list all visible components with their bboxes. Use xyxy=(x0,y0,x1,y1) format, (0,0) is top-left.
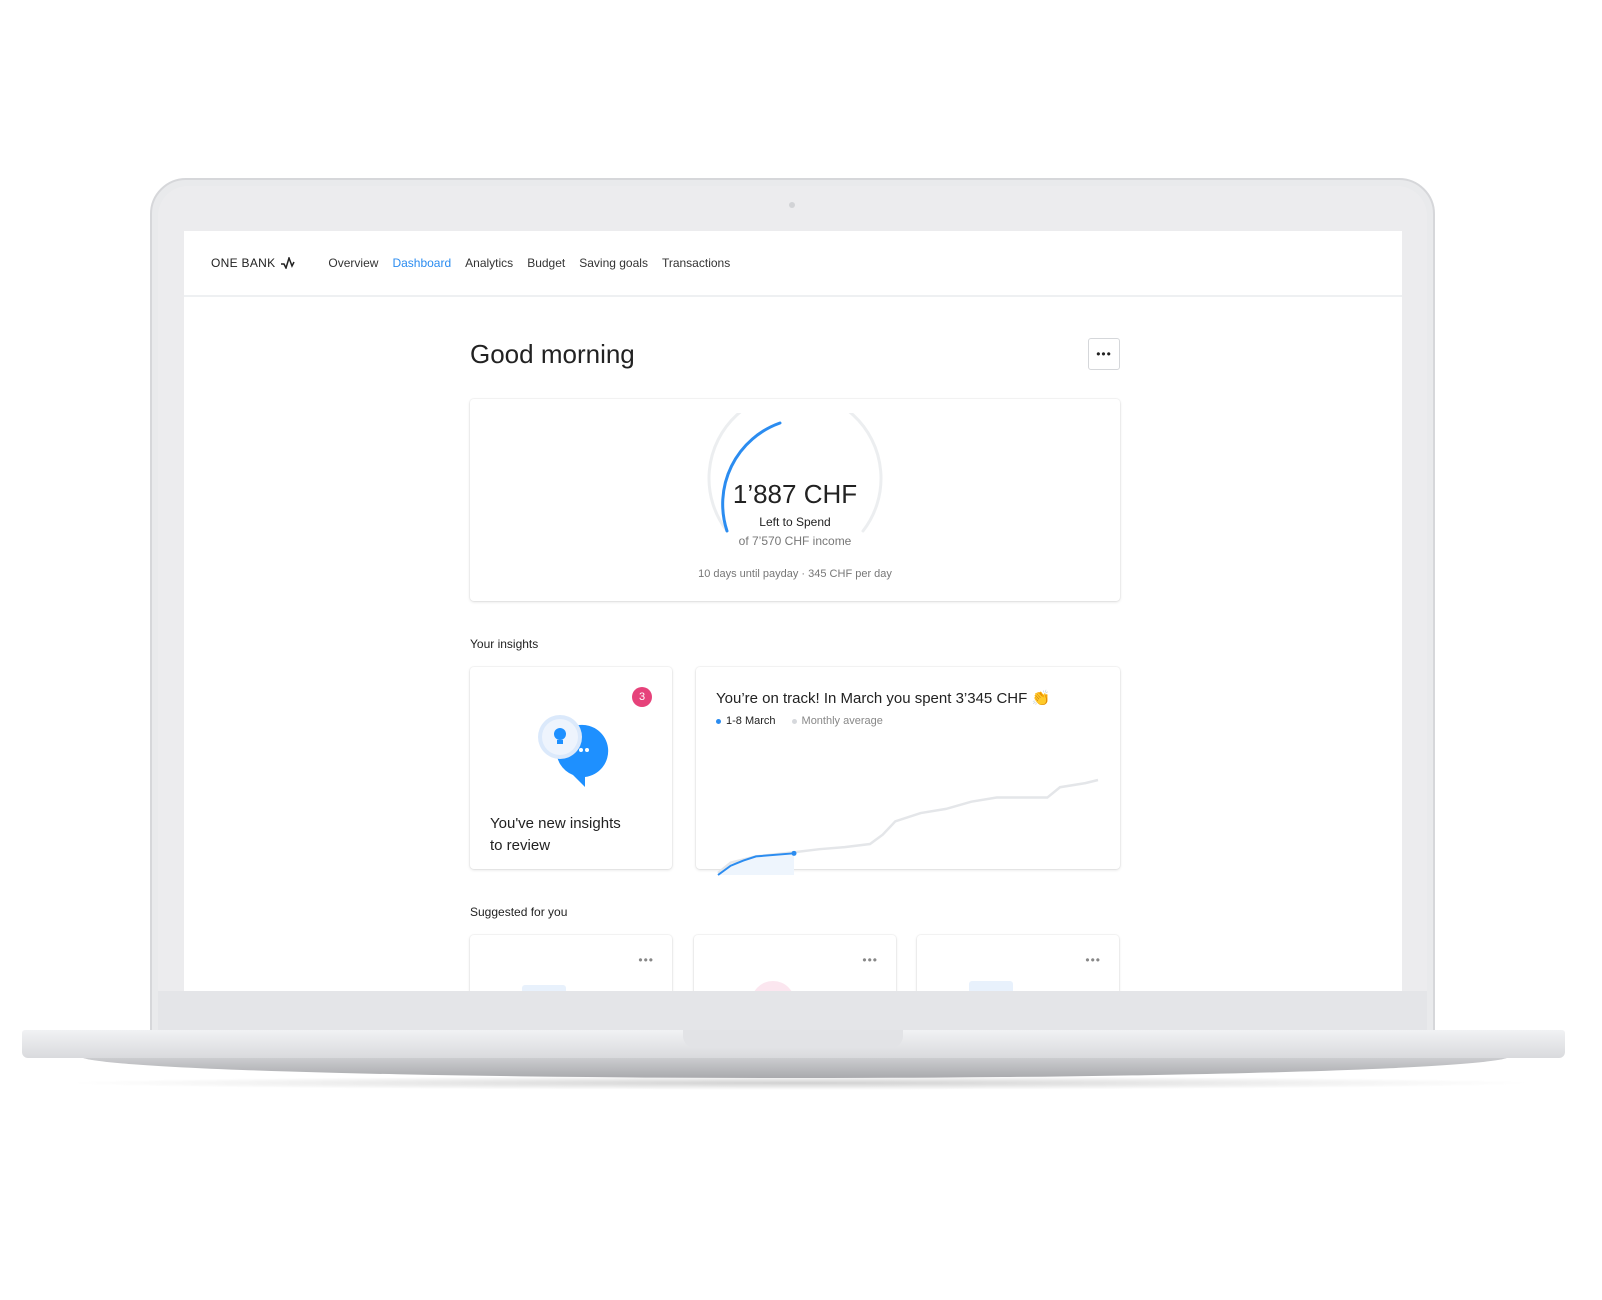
nav-budget[interactable]: Budget xyxy=(527,256,565,270)
pulse-icon xyxy=(281,257,296,269)
legend-average: Monthly average xyxy=(791,715,883,727)
ellipsis-icon: ••• xyxy=(1096,347,1112,361)
card-more-icon[interactable]: ••• xyxy=(862,953,878,967)
camera xyxy=(789,202,795,208)
insights-text-line1: You've new insights xyxy=(490,815,621,832)
suggested-card-3[interactable]: ••• xyxy=(917,935,1119,991)
new-insights-card[interactable]: 3 You've new insights to review xyxy=(470,667,672,869)
budget-card[interactable]: 1’887 CHF Left to Spend of 7’570 CHF inc… xyxy=(470,399,1120,601)
laptop-shadow xyxy=(60,1076,1540,1090)
suggested-card-2[interactable]: ••• xyxy=(694,935,896,991)
insight-title-text: You’re on track! In March you spent 3’34… xyxy=(716,690,1028,707)
spending-insight-card[interactable]: You’re on track! In March you spent 3’34… xyxy=(696,667,1120,876)
clap-icon: 👏 xyxy=(1031,690,1051,707)
suggested-section-title: Suggested for you xyxy=(470,905,568,919)
laptop-base-foot xyxy=(80,1056,1510,1078)
insights-section-title: Your insights xyxy=(470,637,539,651)
nav-dashboard[interactable]: Dashboard xyxy=(392,256,451,270)
screen: ONE BANK Overview Dashboard Analytics Bu… xyxy=(184,231,1402,991)
payday-text: 10 days until payday · 345 CHF per day xyxy=(698,568,892,580)
laptop-notch xyxy=(683,1030,903,1048)
chart-legend: 1-8 March Monthly average xyxy=(716,715,883,727)
legend-current: 1-8 March xyxy=(716,715,776,727)
card-illustration xyxy=(751,981,795,991)
insight-bubble-icon xyxy=(538,715,609,787)
nav-analytics[interactable]: Analytics xyxy=(465,256,513,270)
card-more-icon[interactable]: ••• xyxy=(638,953,654,967)
income-text: of 7’570 CHF income xyxy=(738,534,852,548)
suggested-card-1[interactable]: ••• xyxy=(470,935,672,991)
left-to-spend-amount: 1’887 CHF xyxy=(732,479,858,509)
insights-count-badge: 3 xyxy=(632,687,652,707)
card-illustration xyxy=(522,985,566,991)
nav-overview[interactable]: Overview xyxy=(328,256,378,270)
insights-text: You've new insights to review xyxy=(490,813,621,857)
insights-text-line2: to review xyxy=(490,837,551,854)
nav-transactions[interactable]: Transactions xyxy=(662,256,730,270)
brand-name: ONE BANK xyxy=(211,256,276,270)
card-more-icon[interactable]: ••• xyxy=(1085,953,1101,967)
page-title: Good morning xyxy=(470,339,635,369)
spending-chart xyxy=(717,778,1099,876)
top-nav: ONE BANK Overview Dashboard Analytics Bu… xyxy=(184,231,1402,297)
current-point xyxy=(791,850,797,856)
more-options-button[interactable]: ••• xyxy=(1088,338,1120,370)
left-to-spend-label: Left to Spend xyxy=(759,515,831,529)
brand-logo[interactable]: ONE BANK xyxy=(211,256,296,270)
nav-saving-goals[interactable]: Saving goals xyxy=(579,256,648,270)
card-illustration xyxy=(969,981,1013,991)
laptop-chin xyxy=(158,991,1427,1031)
spending-insight-title: You’re on track! In March you spent 3’34… xyxy=(716,689,1050,707)
